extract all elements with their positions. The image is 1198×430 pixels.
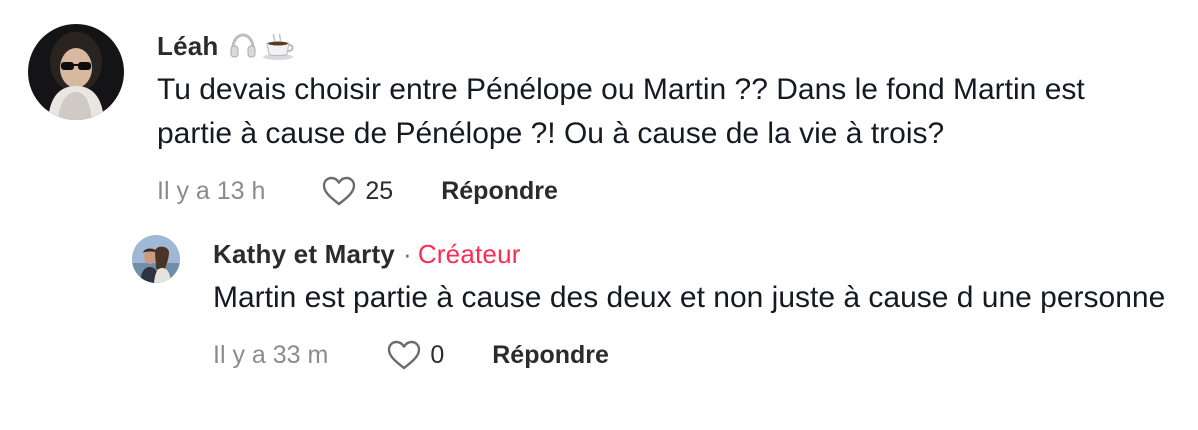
username[interactable]: Léah	[157, 31, 218, 62]
timestamp: Il y a 13 h	[157, 176, 266, 205]
comment-actions: Il y a 33 m 0 Répondre	[213, 330, 1173, 380]
like-button[interactable]: 25	[321, 175, 393, 207]
reply-comment-item: Kathy et Marty · Créateur Martin est par…	[132, 232, 1182, 422]
comment-header: Kathy et Marty · Créateur	[213, 232, 1173, 276]
timestamp: Il y a 33 m	[213, 340, 329, 369]
avatar[interactable]	[28, 24, 124, 120]
creator-badge: Créateur	[417, 238, 521, 269]
like-count: 25	[365, 176, 394, 205]
coffee-icon	[263, 33, 295, 60]
comment-text: Tu devais choisir entre Pénélope ou Mart…	[157, 73, 1094, 150]
comment-actions: Il y a 13 h 25 Répondre	[157, 166, 1157, 216]
like-count: 0	[430, 340, 445, 369]
separator: ·	[402, 238, 412, 269]
username[interactable]: Kathy et Marty	[213, 239, 395, 270]
emoji-group	[228, 31, 296, 61]
headphones-icon	[230, 33, 256, 58]
heart-icon[interactable]	[386, 339, 422, 371]
avatar[interactable]	[132, 235, 180, 283]
heart-icon[interactable]	[321, 175, 357, 207]
reply-button[interactable]: Répondre	[441, 177, 558, 206]
reply-button[interactable]: Répondre	[492, 341, 609, 370]
like-button[interactable]: 0	[386, 339, 444, 371]
comment-item: Léah Tu devais choisir entre Pénélope ou…	[28, 24, 1178, 214]
comment-text: Martin est partie à cause des deux et no…	[213, 281, 1166, 314]
comment-header: Léah	[157, 24, 1157, 68]
